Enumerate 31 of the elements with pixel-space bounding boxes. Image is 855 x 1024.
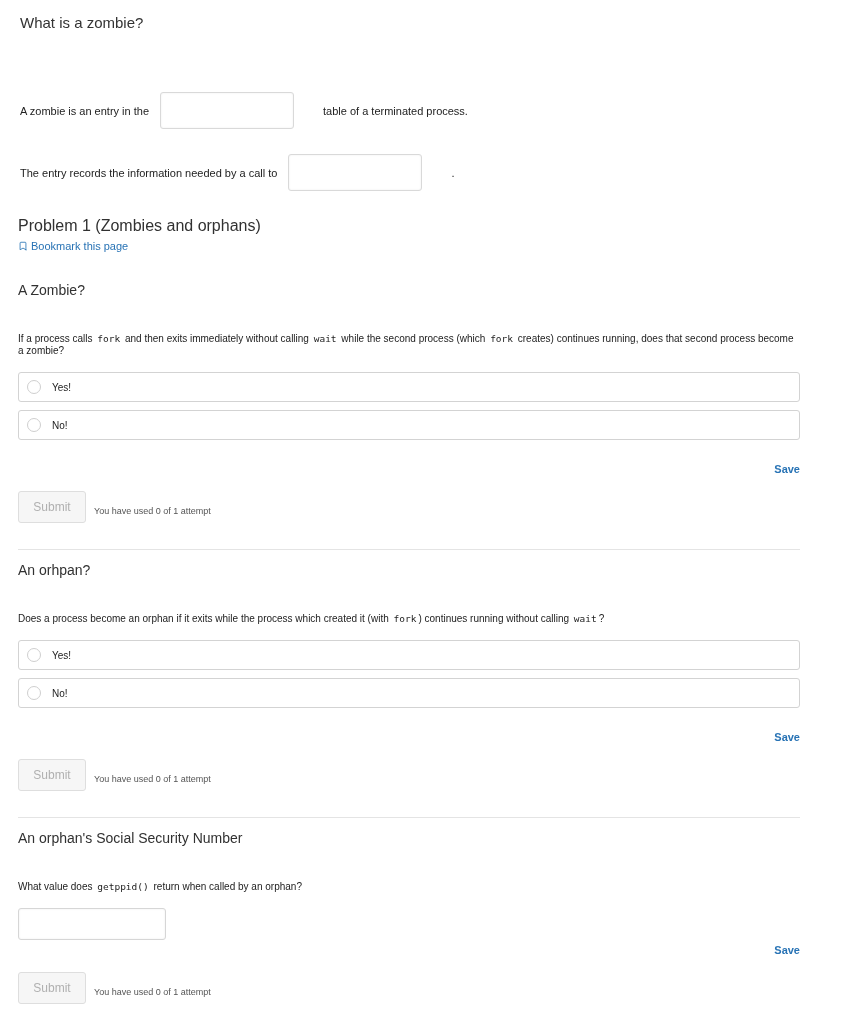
answer-option[interactable]: No!	[18, 410, 800, 440]
answer-option[interactable]: No!	[18, 678, 800, 708]
question-text: What value does getppid() return when called by an orphan?	[18, 881, 303, 893]
attempts-text: You have used 0 of 1 attempt	[94, 774, 211, 785]
bookmark-icon	[18, 241, 28, 251]
question-text: If a process calls fork and then exits immediately without calling wait while the second process (which fork creates) continues running, does that second process become a zombie?	[18, 333, 795, 357]
answer-option[interactable]: Yes!	[18, 640, 800, 670]
fill-in-field[interactable]	[288, 154, 423, 191]
bookmark-link[interactable]: Bookmark this page	[18, 239, 129, 253]
save-button[interactable]: Save	[774, 731, 800, 743]
intro-title: What is a zombie?	[20, 13, 145, 33]
radio-button[interactable]	[27, 380, 41, 394]
fill-in-field[interactable]	[160, 92, 294, 129]
radio-button[interactable]	[27, 418, 41, 432]
question-title: A Zombie?	[18, 281, 86, 299]
question-title: An orhpan?	[18, 561, 92, 579]
radio-button[interactable]	[27, 686, 41, 700]
problem-title: Problem 1 (Zombies and orphans)	[18, 216, 262, 236]
radio-button[interactable]	[27, 648, 41, 662]
question-text: Does a process become an orphan if it exits while the process which created it (with fork ) continues running without calling wait ?	[18, 613, 606, 625]
answer-field[interactable]	[18, 908, 166, 940]
question-title: An orphan's Social Security Number	[18, 829, 244, 847]
save-button[interactable]: Save	[774, 463, 800, 475]
save-button[interactable]: Save	[774, 944, 800, 956]
answer-option[interactable]: Yes!	[18, 372, 800, 402]
sentence-text: The entry records the information needed by a call to	[20, 165, 278, 180]
sentence-text: A zombie is an entry in the	[20, 103, 149, 118]
sentence-text: .	[451, 165, 455, 180]
attempts-text: You have used 0 of 1 attempt	[94, 987, 211, 998]
attempts-text: You have used 0 of 1 attempt	[94, 506, 211, 517]
sentence-text: table of a terminated process.	[323, 103, 468, 118]
